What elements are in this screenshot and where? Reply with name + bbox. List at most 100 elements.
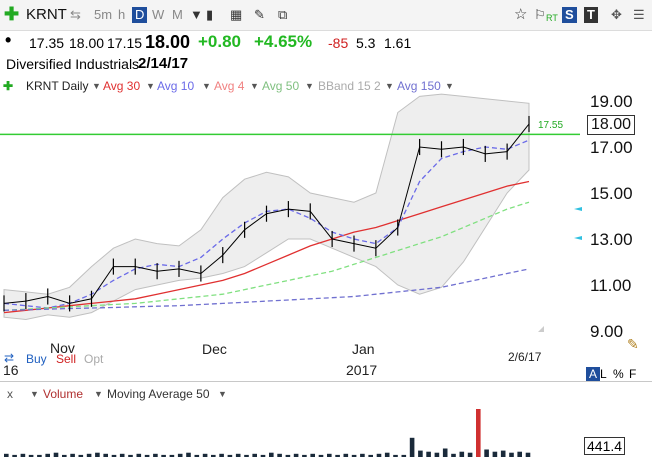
volume-bar (476, 409, 481, 457)
volume-label[interactable]: Volume (43, 387, 83, 401)
volume-bar (153, 453, 158, 457)
quote-change: +0.80 (198, 32, 242, 51)
x-tick-2017: 2017 (346, 362, 378, 378)
legend-dropdown-icon[interactable]: ▼ (250, 81, 259, 91)
volume-bar (86, 453, 92, 457)
legend-bband[interactable]: BBand 15 2 (318, 79, 381, 93)
volume-bar (144, 454, 150, 457)
legend-add-icon[interactable]: ✚ (3, 79, 13, 93)
star-icon[interactable]: ☆ (514, 7, 527, 23)
buy-button[interactable]: Buy (26, 352, 47, 366)
y-tick-17: 17.00 (590, 138, 633, 157)
grid-icon[interactable]: ▦ (230, 7, 242, 23)
rt-label[interactable]: RT (546, 10, 558, 26)
volume-bar (525, 452, 531, 457)
volume-bar (20, 453, 26, 457)
legend-dropdown-icon[interactable]: ▼ (92, 81, 101, 91)
volume-dropdown-icon[interactable]: ▼ (30, 389, 39, 399)
y-tick-9: 9.00 (590, 322, 624, 341)
volume-bar (467, 452, 473, 457)
scale-l[interactable]: L (600, 367, 607, 381)
legend-avg10[interactable]: Avg 10 (157, 79, 194, 93)
last-price-box: 18.00 (587, 115, 636, 135)
pane-divider[interactable] (0, 381, 652, 382)
legend-avg4[interactable]: Avg 4 (214, 79, 244, 93)
legend-symbol[interactable]: KRNT Daily (26, 79, 88, 93)
legend-dropdown-icon[interactable]: ▼ (385, 81, 394, 91)
ma-dropdown-icon[interactable]: ▼ (94, 389, 103, 399)
volume-bar (244, 454, 249, 457)
volume-ma-label[interactable]: Moving Average 50 (107, 387, 210, 401)
s-button[interactable]: S (562, 7, 577, 23)
timeframe-w[interactable]: W (152, 7, 164, 23)
quote-change-pct: +4.65% (254, 32, 313, 51)
legend-dropdown-icon[interactable]: ▼ (202, 81, 211, 91)
volume-bar (194, 454, 200, 457)
timeframe-d[interactable]: D (132, 7, 148, 23)
upper-marker (574, 207, 582, 211)
sync-icon[interactable]: ⇆ (70, 7, 81, 23)
menu-icon[interactable]: ☰ (633, 7, 645, 23)
volume-bar (169, 454, 175, 457)
quote-open: 17.35 (29, 35, 65, 51)
price-chart[interactable] (0, 92, 652, 382)
quote-high: 18.00 (69, 35, 105, 51)
volume-bar (260, 454, 266, 457)
volume-bar (484, 449, 489, 457)
volume-bar (269, 452, 274, 457)
y-tick-13: 13.00 (590, 230, 633, 249)
layers-icon[interactable]: ⧉ (278, 7, 287, 23)
timeframe-m[interactable]: M (172, 7, 183, 23)
hline-label: 17.55 (538, 120, 564, 131)
volume-bar (459, 451, 465, 457)
volume-bar (393, 454, 398, 457)
volume-bar (37, 454, 42, 457)
volume-bar (327, 453, 332, 457)
dropdown-icon[interactable]: ▼ (190, 7, 203, 23)
volume-bar (211, 454, 216, 457)
volume-close-icon[interactable]: x (7, 387, 13, 401)
volume-bar (409, 437, 415, 457)
pencil-icon[interactable]: ✎ (627, 336, 639, 353)
volume-bar (95, 452, 100, 457)
volume-bar (136, 453, 142, 457)
scale-a[interactable]: A (586, 367, 601, 381)
legend-dropdown-icon[interactable]: ▼ (305, 81, 314, 91)
volume-bar (434, 452, 440, 457)
volume-bar (277, 453, 282, 457)
legend-avg150[interactable]: Avg 150 (397, 79, 441, 93)
symbol-label[interactable]: KRNT (26, 7, 67, 23)
legend-dropdown-icon[interactable]: ▼ (445, 81, 454, 91)
toolbar: ✚ KRNT ⇆ 5m h D W M ▼ ▮ ▦ ✎ ⧉ ☆ ⚐ RT S T… (0, 0, 652, 31)
legend-avg30[interactable]: Avg 30 (103, 79, 140, 93)
volume-bar (78, 454, 84, 457)
legend-avg50[interactable]: Avg 50 (262, 79, 299, 93)
opt-button[interactable]: Opt (84, 352, 103, 366)
volume-bar (401, 454, 407, 457)
quote-row: • 17.35 18.00 17.15 18.00 +0.80 +4.65% -… (0, 30, 652, 54)
quote-low: 17.15 (107, 35, 143, 51)
move-icon[interactable]: ✥ (611, 7, 622, 23)
volume-bar (360, 453, 365, 457)
buy-sell-icon[interactable]: ⇄ (4, 351, 14, 365)
t-button[interactable]: T (584, 7, 598, 23)
scale-pct[interactable]: % (613, 367, 624, 381)
volume-bar (517, 451, 522, 457)
flag-icon[interactable]: ⚐ (534, 7, 546, 23)
add-icon[interactable]: ✚ (4, 5, 19, 23)
ma-dropdown-icon-2[interactable]: ▼ (218, 389, 227, 399)
volume-bar (368, 454, 373, 457)
timeframe-5m[interactable]: 5m (94, 7, 112, 23)
volume-bar (4, 453, 9, 457)
volume-bar (111, 454, 117, 457)
chart-icon[interactable]: ▮ (206, 7, 213, 23)
scale-f[interactable]: F (629, 367, 636, 381)
legend-dropdown-icon[interactable]: ▼ (146, 81, 155, 91)
sell-button[interactable]: Sell (56, 352, 76, 366)
timeframe-h[interactable]: h (118, 7, 125, 23)
volume-bar (492, 451, 498, 457)
quote-v1: 5.3 (356, 35, 376, 51)
volume-chart[interactable] (0, 400, 652, 461)
pencil-icon[interactable]: ✎ (254, 7, 265, 23)
volume-bar (318, 454, 324, 457)
